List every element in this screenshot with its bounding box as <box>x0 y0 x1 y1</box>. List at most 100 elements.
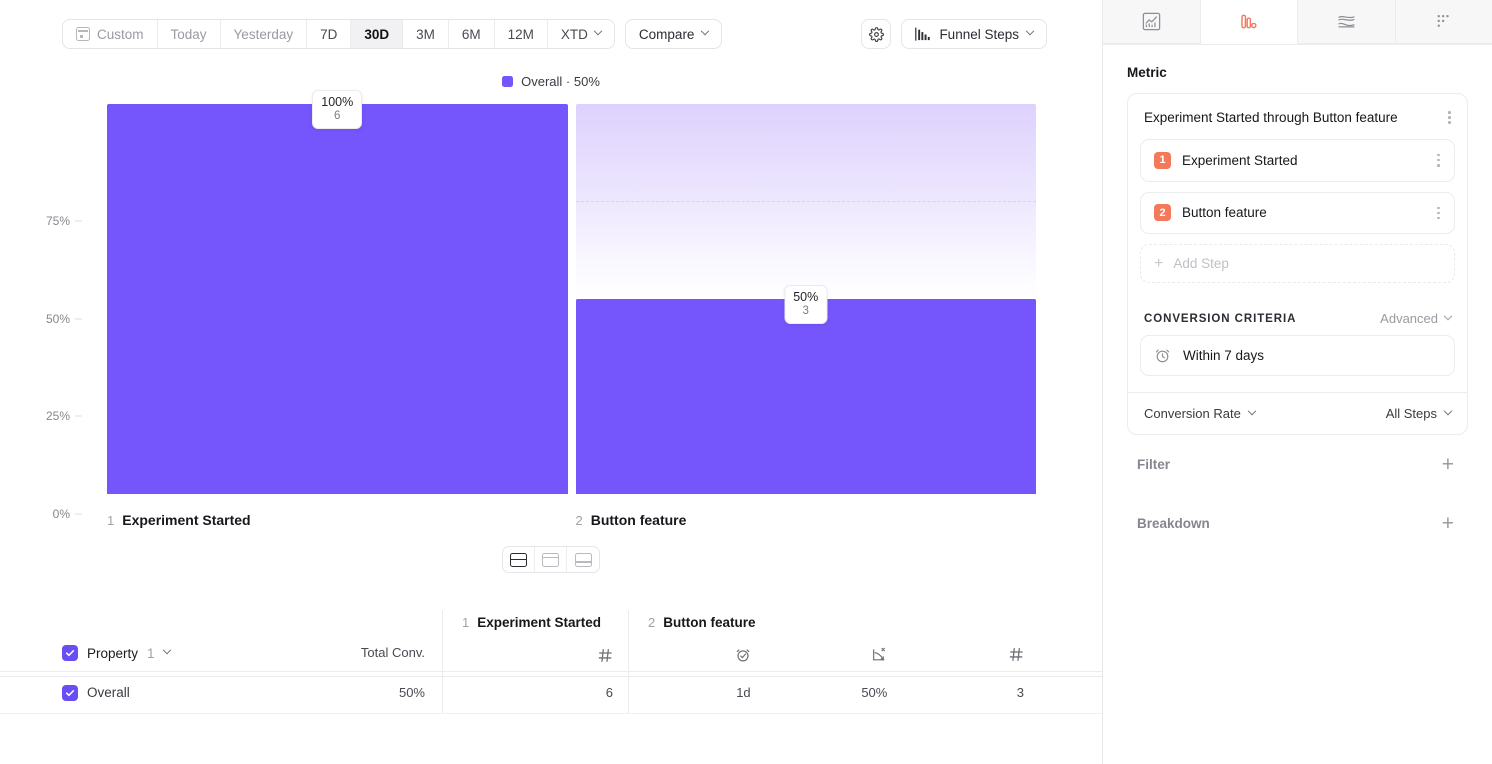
row-total-conv: 50% <box>399 685 425 700</box>
layout-split-icon <box>510 553 527 567</box>
layout-toggle-group[interactable] <box>502 546 600 573</box>
y-tick-label: 25% <box>46 409 70 423</box>
metric-step-2[interactable]: 2 Button feature <box>1140 192 1455 235</box>
advanced-dropdown[interactable]: Advanced <box>1380 311 1451 326</box>
tab-line-chart[interactable] <box>1103 0 1201 44</box>
bar-column-step-1[interactable]: 100% 6 <box>107 104 568 494</box>
chart-type-label: Funnel Steps <box>939 27 1019 42</box>
date-range-12m-label: 12M <box>508 27 534 42</box>
table-header-step-2: 2 Button feature <box>629 610 1039 671</box>
metric-step-1[interactable]: 1 Experiment Started <box>1140 139 1455 182</box>
metric-col-unique-users[interactable] <box>443 648 628 663</box>
bar-count-step-1: 6 <box>321 109 353 123</box>
y-tick-label: 0% <box>53 507 70 521</box>
date-range-yesterday-label: Yesterday <box>234 27 294 42</box>
app-root: Custom Today Yesterday 7D 30D 3M <box>0 0 1492 764</box>
property-select-all-checkbox[interactable] <box>62 645 78 661</box>
cell-step2-rate: 50% <box>766 685 903 700</box>
step-1-cells: 6 <box>443 685 628 700</box>
step-name: Button feature <box>591 512 687 528</box>
hash-icon <box>1009 647 1024 662</box>
date-range-yesterday[interactable]: Yesterday <box>221 20 308 48</box>
date-range-segmented-control[interactable]: Custom Today Yesterday 7D 30D 3M <box>62 19 615 49</box>
step-name: Button feature <box>663 615 755 630</box>
toolbar-right-group: Funnel Steps <box>861 19 1047 49</box>
filter-section: Filter + <box>1127 435 1468 494</box>
date-range-6m[interactable]: 6M <box>449 20 495 48</box>
date-range-30d[interactable]: 30D <box>351 20 403 48</box>
bar-column-step-2[interactable]: 50% 3 <box>576 104 1037 494</box>
all-steps-label: All Steps <box>1386 406 1437 421</box>
compare-button[interactable]: Compare <box>625 19 723 49</box>
bar-value-label-step-2: 50% 3 <box>784 285 827 324</box>
table-step-2-title: 2 Button feature <box>648 615 755 630</box>
legend-item-overall[interactable]: Overall · 50% <box>502 74 600 89</box>
step-name-2: Button feature <box>1182 205 1267 220</box>
step-2-options-button[interactable] <box>1433 203 1444 224</box>
y-tick-mark <box>75 416 82 417</box>
hash-icon <box>598 648 613 663</box>
date-range-3m[interactable]: 3M <box>403 20 449 48</box>
date-range-12m[interactable]: 12M <box>495 20 548 48</box>
step-1-options-button[interactable] <box>1433 150 1444 171</box>
cell-step2-count: 3 <box>902 685 1039 700</box>
layout-view-toggle <box>0 546 1102 573</box>
bar-chart-icon <box>915 27 931 42</box>
date-range-xtd[interactable]: XTD <box>548 20 614 48</box>
conversion-criteria-label: CONVERSION CRITERIA <box>1144 313 1296 325</box>
date-range-30d-label: 30D <box>364 27 389 42</box>
step-name: Experiment Started <box>122 512 250 528</box>
date-range-custom[interactable]: Custom <box>63 20 158 48</box>
row-checkbox[interactable] <box>62 685 78 701</box>
chart-bars: 100% 6 50% 3 <box>107 104 1036 494</box>
alarm-clock-icon <box>1154 347 1171 364</box>
date-range-7d[interactable]: 7D <box>307 20 351 48</box>
all-steps-dropdown[interactable]: All Steps <box>1386 406 1451 421</box>
table-row-property-cell: Overall 50% <box>0 672 443 713</box>
drop-off-icon <box>871 647 887 663</box>
property-header-cell[interactable]: Property 1 <box>62 645 170 661</box>
legend-item-label: Overall · 50% <box>521 74 600 89</box>
step-badge-1: 1 <box>1154 152 1171 169</box>
table-row[interactable]: Overall 50% 6 1d 50% 3 <box>0 672 1102 714</box>
conversion-rate-dropdown[interactable]: Conversion Rate <box>1144 406 1255 421</box>
step-number: 1 <box>107 513 114 528</box>
cell-step1-count: 6 <box>443 685 628 700</box>
date-range-6m-label: 6M <box>462 27 481 42</box>
add-filter-button[interactable]: + <box>1438 458 1458 472</box>
metric-col-drop-off[interactable] <box>766 647 903 663</box>
metric-col-unique-users-2[interactable] <box>902 647 1039 663</box>
tab-retention[interactable] <box>1298 0 1396 44</box>
bar-step-2[interactable] <box>576 299 1037 494</box>
metric-col-time-to-convert[interactable] <box>629 647 766 663</box>
bar-count-step-2: 3 <box>793 304 818 318</box>
table-row-step-1: 6 <box>443 672 629 713</box>
chart-type-button[interactable]: Funnel Steps <box>901 19 1047 49</box>
layout-top-button[interactable] <box>535 547 567 572</box>
add-step-button[interactable]: + Add Step <box>1140 244 1455 283</box>
conversion-criteria-header: CONVERSION CRITERIA Advanced <box>1144 311 1451 326</box>
settings-button[interactable] <box>861 19 891 49</box>
tab-scatter[interactable] <box>1396 0 1492 44</box>
calendar-icon <box>76 27 90 41</box>
row-name-group[interactable]: Overall <box>62 685 130 701</box>
layout-bottom-icon <box>575 553 592 567</box>
date-range-today[interactable]: Today <box>158 20 221 48</box>
layout-split-button[interactable] <box>503 547 535 572</box>
chart-plot-area: 100% 6 50% 3 <box>107 104 1036 494</box>
tab-funnel[interactable] <box>1201 0 1299 44</box>
add-breakdown-button[interactable]: + <box>1438 517 1458 531</box>
chart-step-labels: 1 Experiment Started 2 Button feature <box>107 512 1036 528</box>
metric-options-button[interactable] <box>1444 107 1455 128</box>
retention-flow-icon <box>1336 11 1357 32</box>
date-range-xtd-label: XTD <box>561 27 588 42</box>
layout-bottom-button[interactable] <box>567 547 599 572</box>
table-row-step-2: 1d 50% 3 <box>629 672 1039 713</box>
date-range-7d-label: 7D <box>320 27 337 42</box>
date-range-3m-label: 3M <box>416 27 435 42</box>
bar-step-1[interactable] <box>107 104 568 494</box>
chevron-down-icon[interactable] <box>162 646 170 654</box>
gear-icon <box>869 27 884 42</box>
row-name-label: Overall <box>87 685 130 700</box>
conversion-window-row[interactable]: Within 7 days <box>1140 335 1455 376</box>
